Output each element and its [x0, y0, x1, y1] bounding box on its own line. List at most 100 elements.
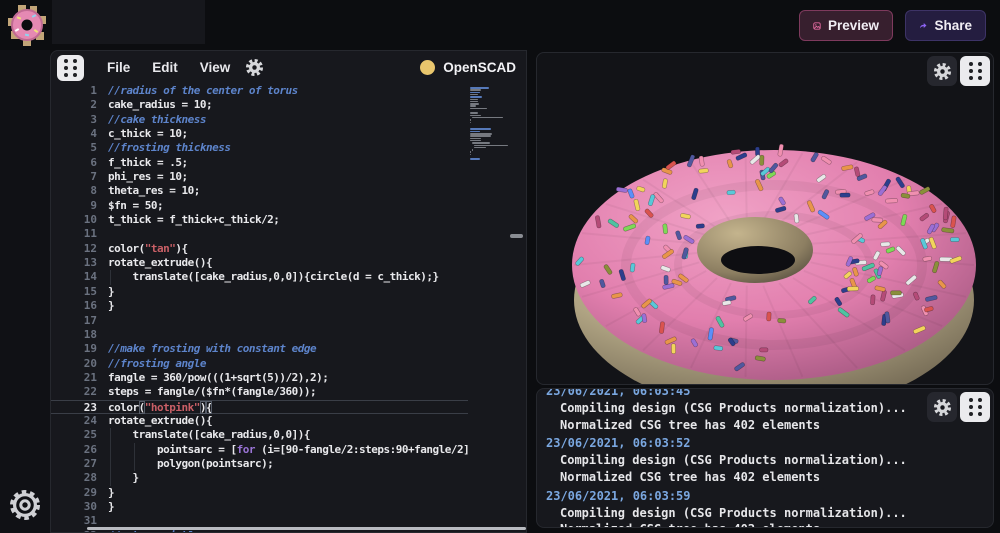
code-line[interactable]: 5//frosting thickness [51, 141, 527, 155]
left-rail [0, 50, 50, 533]
preview-button[interactable]: Preview [799, 10, 893, 41]
engine-status: OpenSCAD [420, 60, 526, 75]
menu-view[interactable]: View [189, 54, 242, 81]
3d-viewport-panel[interactable] [536, 52, 994, 385]
console-timestamp: 23/06/2021, 06:03:45 [546, 388, 986, 400]
code-line[interactable]: 9$fn = 50; [51, 199, 527, 213]
editor-gear-icon[interactable] [245, 58, 264, 77]
minimap-line [470, 122, 471, 124]
code-line[interactable]: 24rotate_extrude(){ [51, 414, 527, 428]
console-gear-icon[interactable] [927, 392, 957, 422]
share-button[interactable]: Share [905, 10, 986, 41]
code-line[interactable]: 15} [51, 285, 527, 299]
top-bar: Preview Share [0, 0, 1000, 50]
editor-scrollbar[interactable] [508, 84, 526, 533]
engine-name-label: OpenSCAD [443, 60, 516, 75]
line-number: 13 [51, 256, 97, 270]
scrollbar-grip[interactable] [510, 234, 523, 238]
code-text: //frosting angle [108, 357, 206, 371]
app-logo-donut-icon[interactable] [5, 3, 49, 47]
code-line[interactable]: 19 //make frosting with constant edge [51, 342, 527, 356]
code-line[interactable]: 30} [51, 500, 527, 514]
menu-file[interactable]: File [96, 54, 141, 81]
donut-render [537, 53, 994, 385]
code-line[interactable]: 11 [51, 227, 527, 241]
code-line[interactable]: 21fangle = 360/pow(((1+sqrt(5))/2),2); [51, 371, 527, 385]
minimap-line [470, 112, 478, 114]
minimap-line [470, 128, 491, 130]
line-number: 10 [51, 213, 97, 227]
code-text: rotate_extrude(){ [108, 414, 212, 428]
console-drag-handle-icon[interactable] [960, 392, 990, 422]
code-line[interactable]: 4c_thick = 10; [51, 127, 527, 141]
editor-drag-handle-icon[interactable] [57, 55, 84, 81]
line-number: 19 [51, 342, 97, 356]
viewport-drag-handle-icon[interactable] [960, 56, 990, 86]
code-line[interactable]: 29} [51, 486, 527, 500]
code-text: } [108, 486, 114, 500]
code-text: //frosting thickness [108, 141, 230, 155]
code-line[interactable]: 8theta_res = 10; [51, 184, 527, 198]
minimap-line [470, 92, 480, 94]
code-text: rotate_extrude(){ [108, 256, 212, 270]
code-line[interactable]: 10t_thick = f_thick+c_thick/2; [51, 213, 527, 227]
editor-minimap[interactable] [468, 84, 508, 533]
code-line[interactable]: 3//cake thickness [51, 113, 527, 127]
line-number: 12 [51, 242, 97, 256]
line-number: 29 [51, 486, 97, 500]
code-line[interactable]: 27 polygon(pointsarc); [51, 457, 527, 471]
code-text: //make frosting with constant edge [108, 342, 316, 356]
console-message: Compiling design (CSG Products normaliza… [546, 400, 986, 417]
code-line[interactable]: 26 pointsarc = [for (i=[90-fangle/2:step… [51, 443, 527, 457]
line-number: 23 [51, 401, 97, 415]
line-number: 28 [51, 471, 97, 485]
code-line[interactable]: 14 translate([cake_radius,0,0]){circle(d… [51, 270, 527, 284]
code-line[interactable]: 25 translate([cake_radius,0,0]){ [51, 428, 527, 442]
code-line[interactable]: 12 color("tan"){ [51, 242, 527, 256]
code-line[interactable]: 13 rotate_extrude(){ [51, 256, 527, 270]
code-text: color("tan"){ [108, 242, 188, 256]
code-line[interactable]: 17 [51, 314, 527, 328]
code-line[interactable]: 6 f_thick = .5; [51, 156, 527, 170]
engine-status-dot [420, 60, 435, 75]
line-number: 6 [51, 156, 97, 170]
editor-panel: File Edit View OpenSCAD 1//radius of the… [50, 50, 527, 533]
menu-edit[interactable]: Edit [141, 54, 189, 81]
code-line[interactable]: 2cake_radius = 10; [51, 98, 527, 112]
code-line[interactable]: 22steps = fangle/($fn*(fangle/360)); [51, 385, 527, 399]
minimap-line [470, 108, 487, 110]
minimap-line [472, 149, 473, 151]
settings-gear-icon[interactable] [7, 487, 43, 523]
horizontal-scrollbar[interactable] [87, 527, 526, 530]
code-text: f_thick = .5; [108, 156, 188, 170]
minimap-line [470, 151, 471, 153]
code-text: pointsarc = [for (i=[90-fangle/2:steps:9… [108, 443, 494, 457]
code-text: c_thick = 10; [108, 127, 188, 141]
code-text: translate([cake_radius,0,0]){circle(d = … [108, 270, 439, 284]
line-number: 16 [51, 299, 97, 313]
line-number: 15 [51, 285, 97, 299]
line-number: 1 [51, 84, 97, 98]
code-line[interactable]: 7phi_res = 10; [51, 170, 527, 184]
minimap-line [474, 147, 486, 149]
code-text: } [108, 500, 114, 514]
console-log[interactable]: 23/06/2021, 06:03:45Compiling design (CS… [546, 388, 986, 528]
code-line[interactable]: 23color("hotpink"){ [51, 400, 527, 414]
code-editor[interactable]: 1//radius of the center of torus2cake_ra… [51, 84, 527, 533]
code-text: polygon(pointsarc); [108, 457, 273, 471]
line-number: 20 [51, 357, 97, 371]
code-text: cake_radius = 10; [108, 98, 212, 112]
viewport-gear-icon[interactable] [927, 56, 957, 86]
line-number: 14 [51, 270, 97, 284]
code-line[interactable]: 20 //frosting angle [51, 357, 527, 371]
image-icon [813, 18, 821, 34]
code-line[interactable]: 28 } [51, 471, 527, 485]
code-text: } [108, 471, 139, 485]
donut-hole [721, 246, 795, 274]
line-number: 18 [51, 328, 97, 342]
code-line[interactable]: 16} [51, 299, 527, 313]
code-line[interactable]: 1//radius of the center of torus [51, 84, 527, 98]
minimap-line [470, 105, 476, 107]
code-line[interactable]: 18 [51, 328, 527, 342]
console-message: Compiling design (CSG Products normaliza… [546, 452, 986, 469]
